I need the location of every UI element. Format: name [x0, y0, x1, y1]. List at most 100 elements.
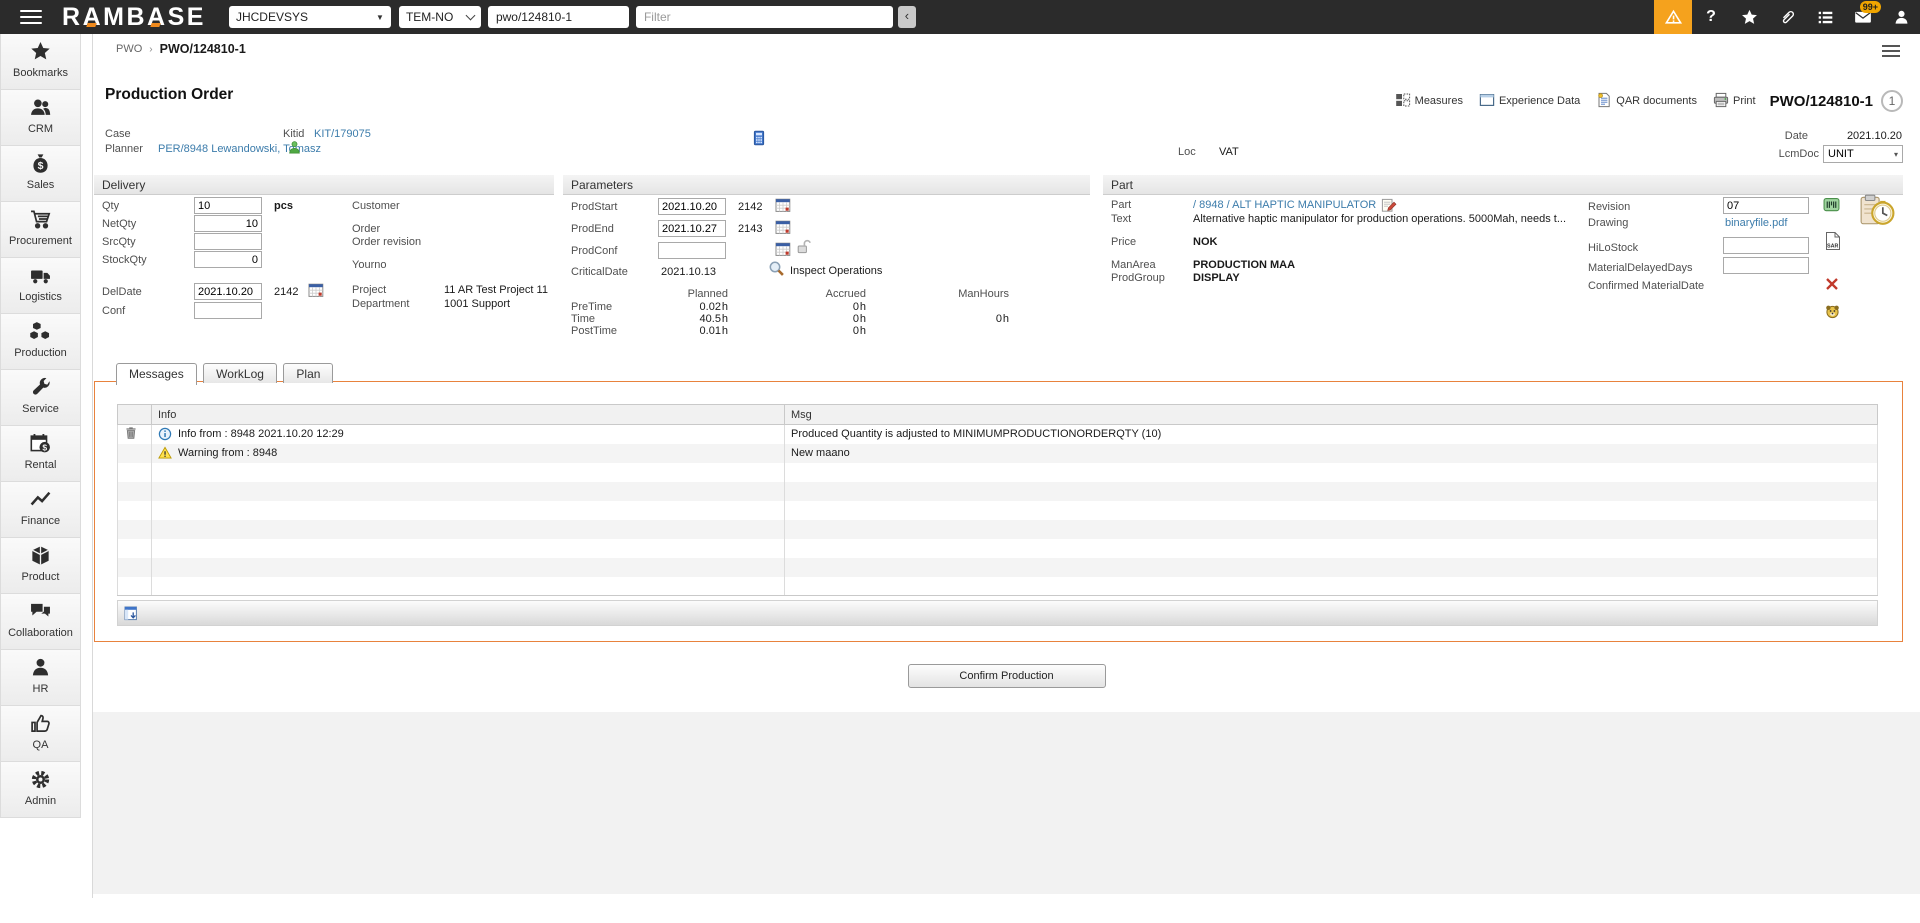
- sidebar-item-sales[interactable]: $ Sales: [0, 146, 81, 202]
- rambase-logo[interactable]: RAMBASE: [62, 3, 206, 32]
- edit-part-icon[interactable]: [1381, 197, 1397, 213]
- version-badge[interactable]: 1: [1881, 90, 1903, 112]
- calculator-icon[interactable]: [751, 130, 767, 146]
- tab-plan[interactable]: Plan: [283, 363, 334, 383]
- qty-input[interactable]: [194, 197, 262, 214]
- empty-row: [117, 538, 1878, 558]
- sidebar: Bookmarks CRM $ Sales Procurement Logistics Pr…: [0, 34, 81, 818]
- prodconf-input[interactable]: [658, 242, 726, 259]
- srcqty-input[interactable]: [194, 233, 262, 250]
- help-button[interactable]: ?: [1692, 0, 1730, 34]
- message-info-text: Info from : 8948 2021.10.20 12:29: [178, 428, 344, 441]
- conf-input[interactable]: [194, 302, 262, 319]
- filter-input[interactable]: [635, 6, 893, 28]
- empty-row: [117, 462, 1878, 482]
- prodstart-calendar-icon[interactable]: [775, 197, 791, 213]
- materialdelayeddays-input[interactable]: [1723, 257, 1809, 274]
- message-row[interactable]: Warning from : 8948 New maano: [117, 443, 1878, 463]
- inspect-operations-icon[interactable]: [768, 260, 785, 277]
- sidebar-item-rental[interactable]: $ Rental: [0, 426, 81, 482]
- prodend-label: ProdEnd: [571, 223, 614, 235]
- sidebar-item-bookmarks[interactable]: Bookmarks: [0, 34, 81, 90]
- part-label: Part: [1111, 199, 1132, 211]
- attachments-button[interactable]: [1768, 0, 1806, 34]
- sidebar-item-label: HR: [32, 683, 49, 695]
- hamburger-menu-icon[interactable]: [20, 6, 42, 28]
- row-actions-cell: [117, 424, 152, 444]
- panel-menu-icon[interactable]: [1882, 42, 1900, 60]
- sidebar-item-logistics[interactable]: Logistics: [0, 258, 81, 314]
- profile-button[interactable]: [1882, 0, 1920, 34]
- time-registration-icon[interactable]: [1859, 192, 1895, 228]
- prodconf-calendar-icon[interactable]: [775, 241, 791, 257]
- row-actions-cell: [117, 576, 152, 596]
- sidebar-item-qa[interactable]: QA: [0, 706, 81, 762]
- drawing-link[interactable]: binaryfile.pdf: [1725, 217, 1787, 229]
- experience-data-button[interactable]: Experience Data: [1479, 92, 1580, 111]
- print-button[interactable]: Print: [1713, 92, 1756, 111]
- delete-message-icon[interactable]: [124, 426, 138, 441]
- sidebar-item-service[interactable]: Service: [0, 370, 81, 426]
- sar-document-icon[interactable]: SAR: [1824, 231, 1842, 251]
- alerts-button[interactable]: [1654, 0, 1692, 34]
- deldate-calendar-icon[interactable]: [308, 282, 324, 298]
- hilostock-input[interactable]: [1723, 237, 1809, 254]
- header-actions: Measures Experience Data QAR documents P…: [1379, 90, 1903, 112]
- sidebar-item-product[interactable]: Product: [0, 538, 81, 594]
- prodstart-input[interactable]: [658, 198, 726, 215]
- sidebar-item-crm[interactable]: CRM: [0, 90, 81, 146]
- deldate-input[interactable]: [194, 283, 262, 300]
- qar-documents-button[interactable]: QAR documents: [1596, 92, 1697, 111]
- tasks-button[interactable]: [1806, 0, 1844, 34]
- svg-text:$: $: [38, 160, 44, 172]
- experience-data-icon: [1479, 92, 1499, 111]
- sidebar-item-hr[interactable]: HR: [0, 650, 81, 706]
- part-link[interactable]: / 8948 / ALT HAPTIC MANIPULATOR: [1193, 199, 1376, 211]
- add-message-icon[interactable]: [124, 606, 139, 621]
- messages-button[interactable]: 99+: [1844, 0, 1882, 34]
- revision-input[interactable]: [1723, 197, 1809, 214]
- criticaldate-value: 2021.10.13: [661, 266, 717, 278]
- stockqty-label: StockQty: [102, 254, 147, 266]
- program-search-input[interactable]: [487, 6, 629, 28]
- sidebar-item-label: Finance: [20, 515, 61, 527]
- barcode-icon[interactable]: [1823, 196, 1840, 213]
- system-select[interactable]: JHCDEVSYS ▼: [228, 6, 391, 28]
- price-value: NOK: [1193, 236, 1218, 248]
- locale-select[interactable]: TEM-NO: [398, 6, 481, 28]
- prodend-input[interactable]: [658, 220, 726, 237]
- measures-button[interactable]: Measures: [1395, 92, 1463, 111]
- project-value: 11 AR Test Project 11: [444, 284, 548, 296]
- tab-messages[interactable]: Messages: [116, 363, 197, 385]
- sidebar-item-collaboration[interactable]: Collaboration: [0, 594, 81, 650]
- order-label: Order: [352, 223, 381, 235]
- tab-worklog[interactable]: WorkLog: [203, 363, 277, 383]
- sidebar-item-procurement[interactable]: Procurement: [0, 202, 81, 258]
- prodend-calendar-icon[interactable]: [775, 219, 791, 235]
- lcmdoc-label: LcmDoc: [1778, 148, 1819, 160]
- unlock-icon[interactable]: [796, 239, 812, 255]
- planner-person-icon[interactable]: [287, 140, 302, 155]
- empty-row: [117, 481, 1878, 501]
- inspect-operations-link[interactable]: Inspect Operations: [790, 265, 882, 277]
- empty-row: [117, 576, 1878, 596]
- sidebar-item-production[interactable]: Production: [0, 314, 81, 370]
- collapse-search-button[interactable]: ‹: [897, 6, 916, 28]
- sidebar-item-finance[interactable]: Finance: [0, 482, 81, 538]
- watchdog-icon[interactable]: [1824, 303, 1841, 320]
- message-row[interactable]: Info from : 8948 2021.10.20 12:29 Produce…: [117, 424, 1878, 444]
- stockqty-input[interactable]: [194, 251, 262, 268]
- netqty-input[interactable]: [194, 215, 262, 232]
- breadcrumb-root[interactable]: PWO: [116, 43, 142, 55]
- part-section: Part Part / 8948 / ALT HAPTIC MANIPULATO…: [1103, 175, 1903, 341]
- prodconf-label: ProdConf: [571, 245, 618, 257]
- row-actions-cell: [117, 500, 152, 520]
- lcmdoc-select[interactable]: UNIT ▾: [1823, 145, 1903, 163]
- sidebar-item-admin[interactable]: Admin: [0, 762, 81, 818]
- confirm-production-button[interactable]: Confirm Production: [907, 664, 1106, 688]
- favorites-button[interactable]: [1730, 0, 1768, 34]
- kitid-link[interactable]: KIT/179075: [314, 128, 371, 140]
- planned-column-header: Planned: [687, 288, 728, 300]
- order-revision-label: Order revision: [352, 236, 422, 248]
- yourno-label: Yourno: [352, 259, 387, 271]
